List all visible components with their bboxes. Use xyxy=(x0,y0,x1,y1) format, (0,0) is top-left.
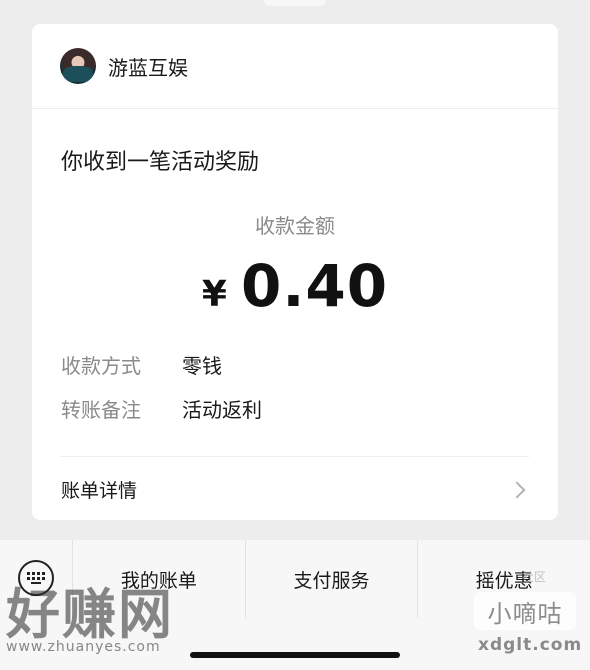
merchant-avatar xyxy=(60,48,96,84)
notice-text: 你收到一笔活动奖励 xyxy=(61,150,260,175)
merchant-name: 游蓝互娱 xyxy=(108,55,188,80)
watermark-right-top: 社区 xyxy=(522,570,547,584)
watermark-right-logo: 小嘀咕 xyxy=(474,592,576,630)
divider xyxy=(61,456,529,457)
detail-row-transfer-note: 转账备注 活动返利 xyxy=(61,394,262,423)
detail-value: 活动返利 xyxy=(182,398,262,422)
chevron-right-icon xyxy=(508,481,526,498)
home-indicator xyxy=(190,652,400,658)
bill-details-label: 账单详情 xyxy=(61,480,138,502)
watermark-right-url: xdglt.com xyxy=(478,635,583,655)
watermark-left-logo: 好赚网 xyxy=(6,583,174,646)
detail-row-payment-method: 收款方式 零钱 xyxy=(61,350,222,379)
watermark-left-url: www.zhuanyes.com xyxy=(6,639,161,655)
payment-receipt-page: 游蓝互娱 你收到一笔活动奖励 收款金额 ¥ 0.40 收款方式 零钱 转账备注 … xyxy=(0,0,590,670)
detail-value: 零钱 xyxy=(182,354,222,378)
menu-payment-services[interactable]: 支付服务 xyxy=(244,540,418,618)
currency-symbol: ¥ xyxy=(201,274,227,315)
amount-value: 0.40 xyxy=(240,252,389,320)
amount-display: ¥ 0.40 xyxy=(32,252,558,320)
amount-label: 收款金额 xyxy=(255,214,335,238)
bill-details-row[interactable]: 账单详情 xyxy=(61,476,529,503)
sheet-handle xyxy=(264,0,326,6)
receipt-card: 游蓝互娱 你收到一笔活动奖励 收款金额 ¥ 0.40 收款方式 零钱 转账备注 … xyxy=(32,24,558,520)
detail-key: 收款方式 xyxy=(61,354,141,378)
merchant-header[interactable]: 游蓝互娱 xyxy=(32,24,558,109)
detail-key: 转账备注 xyxy=(61,398,141,422)
